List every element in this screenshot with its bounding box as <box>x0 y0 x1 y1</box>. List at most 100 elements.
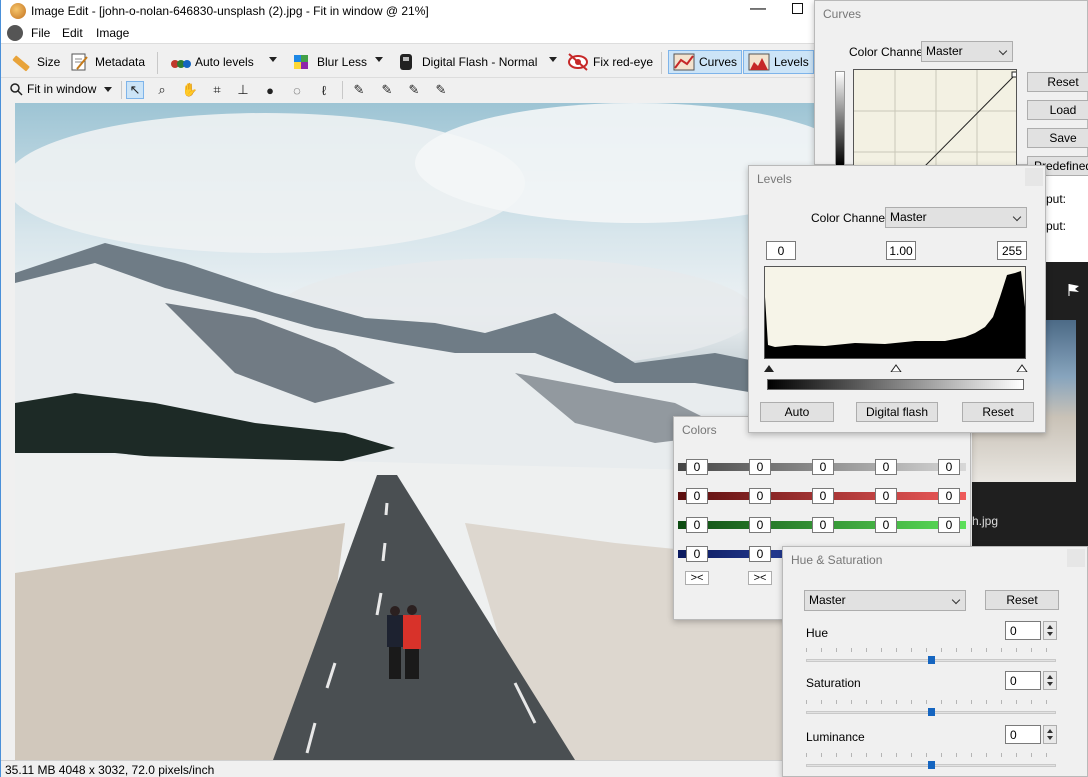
curves-channel-label: Color Channel: <box>849 45 930 59</box>
hue-saturation-title: Hue & Saturation <box>791 553 883 567</box>
hue-ticks <box>806 648 1056 652</box>
levels-close-button[interactable] <box>1025 168 1043 186</box>
curves-channel-select[interactable]: Master <box>921 41 1013 62</box>
curves-load-button[interactable]: Load <box>1027 100 1088 120</box>
luminance-label: Luminance <box>806 730 865 744</box>
colors-panel-title: Colors <box>682 423 717 437</box>
eyedropper-white-tool[interactable]: ✎ <box>432 81 450 99</box>
maximize-button[interactable] <box>792 3 803 14</box>
zoom-select[interactable]: Fit in window <box>9 82 113 96</box>
levels-auto-button[interactable]: Auto <box>760 402 834 422</box>
eyedropper-tool[interactable]: ✎ <box>350 81 368 99</box>
system-menu-icon[interactable] <box>7 25 23 41</box>
hue-slider-thumb[interactable] <box>928 656 935 664</box>
gray-value-5[interactable]: 0 <box>938 459 960 475</box>
lasso-tool[interactable]: ℓ <box>315 81 333 99</box>
ellipse-select-icon: ◌ <box>293 82 301 98</box>
red-value-5[interactable]: 0 <box>938 488 960 504</box>
saturation-label: Saturation <box>806 676 861 690</box>
menu-bar: File Edit Image <box>1 22 815 44</box>
red-value-3[interactable]: 0 <box>812 488 834 504</box>
histogram-graph <box>765 271 1025 358</box>
curves-reset-button[interactable]: Reset <box>1027 72 1088 92</box>
levels-reset-button[interactable]: Reset <box>962 402 1034 422</box>
menu-image[interactable]: Image <box>96 26 129 40</box>
zoom-icon: ⌕ <box>158 82 166 97</box>
levels-panel-title: Levels <box>757 172 792 186</box>
green-value-3[interactable]: 0 <box>812 517 834 533</box>
curves-icon <box>673 52 695 72</box>
crop-tool[interactable]: ⌗ <box>208 81 226 99</box>
levels-black-input[interactable]: 0 <box>766 241 796 260</box>
levels-digital-flash-button[interactable]: Digital flash <box>856 402 938 422</box>
gray-value-4[interactable]: 0 <box>875 459 897 475</box>
secondary-toolbar: Fit in window ↖ ⌕ ✋ ⌗ ⊥ ● ◌ ℓ ✎ ✎ ✎ ✎ <box>1 78 815 102</box>
saturation-input[interactable]: 0 <box>1005 671 1041 690</box>
menu-edit[interactable]: Edit <box>62 26 83 40</box>
toolbar-separator <box>121 81 122 99</box>
minimize-button[interactable]: — <box>750 0 766 18</box>
brush-tool[interactable]: ● <box>261 81 279 99</box>
pointer-tool[interactable]: ↖ <box>126 81 144 99</box>
gray-value-1[interactable]: 0 <box>686 459 708 475</box>
pan-tool[interactable]: ✋ <box>181 81 199 99</box>
green-value-2[interactable]: 0 <box>749 517 771 533</box>
levels-input-sliders[interactable] <box>763 361 1029 373</box>
hue-saturation-close-button[interactable] <box>1067 549 1085 567</box>
red-value-2[interactable]: 0 <box>749 488 771 504</box>
luminance-ticks <box>806 753 1056 757</box>
lasso-ellipse-tool[interactable]: ◌ <box>288 81 306 99</box>
blur-less-dropdown-icon[interactable] <box>375 57 383 62</box>
blue-value-2[interactable]: 0 <box>749 546 771 562</box>
levels-output-gradient[interactable] <box>767 379 1024 390</box>
curves-save-button[interactable]: Save <box>1027 128 1088 148</box>
red-eye-icon <box>567 52 588 72</box>
gray-value-3[interactable]: 0 <box>812 459 834 475</box>
red-value-4[interactable]: 0 <box>875 488 897 504</box>
left-margin <box>1 103 15 760</box>
luminance-input[interactable]: 0 <box>1005 725 1041 744</box>
size-button[interactable]: Size <box>7 50 64 74</box>
eyedropper-white-icon: ✎ <box>435 82 447 97</box>
blur-less-button[interactable]: Blur Less <box>287 50 371 74</box>
green-value-5[interactable]: 0 <box>938 517 960 533</box>
window-title: Image Edit - [john-o-nolan-646830-unspla… <box>31 4 429 18</box>
hue-input[interactable]: 0 <box>1005 621 1041 640</box>
green-value-1[interactable]: 0 <box>686 517 708 533</box>
hue-spinner[interactable] <box>1043 621 1057 640</box>
colors-swap-button-2[interactable]: >< <box>748 571 772 585</box>
fix-red-eye-button[interactable]: Fix red-eye <box>563 50 657 74</box>
curves-graph[interactable] <box>853 69 1017 166</box>
blue-value-1[interactable]: 0 <box>686 546 708 562</box>
levels-gamma-input[interactable]: 1.00 <box>886 241 916 260</box>
curves-button[interactable]: Curves <box>668 50 743 74</box>
flag-icon[interactable] <box>1068 284 1080 296</box>
luminance-spinner[interactable] <box>1043 725 1057 744</box>
zoom-tool[interactable]: ⌕ <box>153 81 171 99</box>
red-value-1[interactable]: 0 <box>686 488 708 504</box>
hue-channel-select[interactable]: Master <box>804 590 966 611</box>
menu-file[interactable]: File <box>31 26 50 40</box>
digital-flash-dropdown-icon[interactable] <box>549 57 557 62</box>
saturation-spinner[interactable] <box>1043 671 1057 690</box>
app-icon <box>10 3 26 19</box>
digital-flash-button[interactable]: Digital Flash - Normal <box>392 50 541 74</box>
gray-value-2[interactable]: 0 <box>749 459 771 475</box>
eyedropper-black-tool[interactable]: ✎ <box>378 81 396 99</box>
auto-levels-button[interactable]: Auto levels <box>165 50 258 74</box>
levels-channel-select[interactable]: Master <box>885 207 1027 228</box>
green-value-4[interactable]: 0 <box>875 517 897 533</box>
curves-input-label: put: <box>1046 192 1067 206</box>
saturation-slider-thumb[interactable] <box>928 708 935 716</box>
hue-saturation-reset-button[interactable]: Reset <box>985 590 1059 610</box>
eyedropper-gray-tool[interactable]: ✎ <box>405 81 423 99</box>
chevron-down-icon <box>998 46 1008 56</box>
levels-white-input[interactable]: 255 <box>997 241 1027 260</box>
auto-levels-dropdown-icon[interactable] <box>269 57 277 62</box>
levels-button[interactable]: Levels <box>743 50 814 74</box>
stamp-tool[interactable]: ⊥ <box>234 81 252 99</box>
crop-icon: ⌗ <box>213 82 221 97</box>
colors-swap-button-1[interactable]: >< <box>685 571 709 585</box>
luminance-slider-thumb[interactable] <box>928 761 935 769</box>
metadata-button[interactable]: Metadata <box>65 50 149 74</box>
